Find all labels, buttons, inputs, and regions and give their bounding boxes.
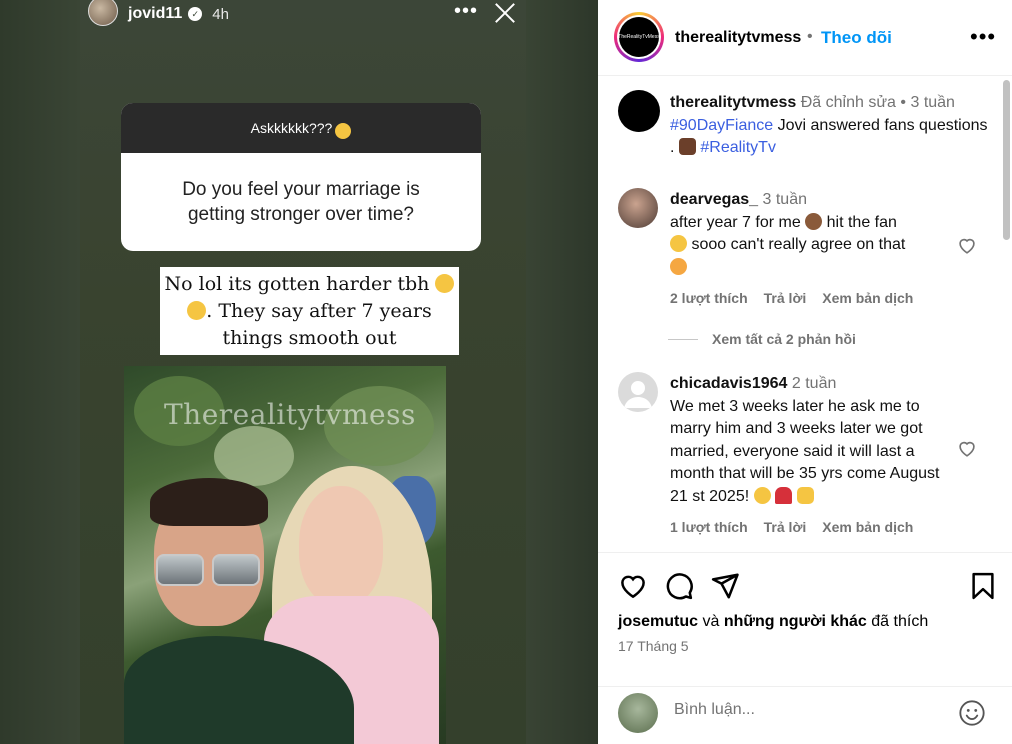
post-footer: josemutuc và những người khác đã thích 1… bbox=[598, 552, 1012, 744]
like-comment-heart-icon[interactable] bbox=[956, 437, 978, 459]
likes-summary: josemutuc và những người khác đã thích bbox=[618, 613, 928, 631]
reply-button[interactable]: Trả lời bbox=[764, 290, 807, 306]
emoji-picker-smile-icon[interactable] bbox=[958, 699, 986, 727]
post-panel: TheRealityTvMess therealitytvmess • Theo… bbox=[598, 0, 1012, 744]
caption-avatar[interactable] bbox=[618, 90, 660, 132]
answer-line-3: things smooth out bbox=[222, 327, 397, 349]
story-avatar[interactable] bbox=[88, 0, 118, 26]
story-photo: Therealitytvmess bbox=[124, 366, 446, 744]
post-date[interactable]: 17 Tháng 5 bbox=[618, 638, 689, 654]
story-time: 4h bbox=[212, 5, 229, 23]
winking-emoji-icon bbox=[753, 486, 771, 504]
answer-line-2: . They say after 7 years bbox=[206, 300, 432, 322]
comment-text: after year 7 for me bbox=[670, 213, 801, 231]
hashtag-link[interactable]: #RealityTv bbox=[700, 139, 776, 156]
view-replies-button[interactable]: Xem tất cả 2 phản hồi bbox=[668, 331, 856, 347]
comment-actions: 1 lượt thích Trả lời Xem bản dịch bbox=[670, 519, 913, 535]
question-header-text: Askkkkkk??? bbox=[250, 120, 333, 136]
comment-likes[interactable]: 2 lượt thích bbox=[670, 290, 748, 306]
foliage bbox=[214, 426, 294, 486]
separator-dot: • bbox=[807, 28, 813, 45]
commenter-username[interactable]: chicadavis1964 bbox=[670, 375, 787, 392]
replies-divider bbox=[668, 338, 698, 340]
share-paper-plane-icon[interactable] bbox=[710, 571, 740, 601]
current-user-avatar bbox=[618, 693, 658, 733]
laughing-emoji-icon bbox=[187, 301, 207, 320]
author-username[interactable]: therealitytvmess bbox=[675, 29, 801, 47]
question-sticker: Askkkkkk??? Do you feel your marriage is… bbox=[121, 103, 481, 251]
comment-body: chicadavis1964 2 tuần We met 3 weeks lat… bbox=[670, 373, 948, 508]
save-bookmark-icon[interactable] bbox=[968, 571, 998, 601]
watermark-text: Therealitytvmess bbox=[164, 398, 416, 431]
answer-line-1: No lol its gotten harder tbh bbox=[164, 273, 430, 295]
story-more-options-icon[interactable]: ••• bbox=[454, 0, 478, 22]
crying-emoji-icon bbox=[670, 257, 687, 275]
comment-actions: 2 lượt thích Trả lời Xem bản dịch bbox=[670, 290, 913, 306]
victory-hand-emoji-icon bbox=[796, 486, 814, 504]
liked-suffix: đã thích bbox=[871, 613, 929, 630]
close-icon[interactable] bbox=[494, 2, 516, 24]
author-avatar-image: TheRealityTvMess bbox=[618, 17, 660, 57]
comment-input[interactable] bbox=[674, 701, 944, 719]
view-replies-label[interactable]: Xem tất cả 2 phản hồi bbox=[712, 331, 856, 347]
like-heart-icon[interactable] bbox=[618, 571, 648, 601]
question-sticker-header: Askkkkkk??? bbox=[121, 103, 481, 153]
caption-edited: Đã chỉnh sửa bbox=[800, 94, 896, 111]
translate-button[interactable]: Xem bản dịch bbox=[822, 519, 913, 535]
author-avatar[interactable]: TheRealityTvMess bbox=[614, 12, 664, 62]
woman-face bbox=[299, 486, 383, 606]
man-hair bbox=[150, 478, 268, 526]
hashtag-link[interactable]: #90DayFiance bbox=[670, 117, 773, 134]
comment-body: dearvegas_ 3 tuần after year 7 for me hi… bbox=[670, 189, 948, 279]
commenter-avatar[interactable] bbox=[618, 372, 658, 412]
default-avatar-icon bbox=[624, 381, 652, 408]
story-viewer: jovid11 ✓ 4h ••• Askkkkkk??? Do you feel… bbox=[0, 0, 598, 744]
commenter-avatar[interactable] bbox=[618, 188, 658, 228]
poop-emoji-icon bbox=[805, 212, 823, 230]
translate-button[interactable]: Xem bản dịch bbox=[822, 290, 913, 306]
post-header: TheRealityTvMess therealitytvmess • Theo… bbox=[598, 0, 1012, 76]
caption-username[interactable]: therealitytvmess bbox=[670, 94, 796, 111]
comment-time[interactable]: 2 tuần bbox=[792, 375, 836, 392]
reply-button[interactable]: Trả lời bbox=[764, 519, 807, 535]
story-backdrop-left bbox=[0, 0, 80, 744]
clapping-hands-emoji-icon bbox=[678, 138, 696, 155]
more-options-icon[interactable]: ••• bbox=[970, 24, 996, 50]
upside-down-face-emoji-icon bbox=[335, 123, 352, 139]
rose-emoji-icon bbox=[775, 486, 793, 504]
answer-text-box: No lol its gotten harder tbh . They say … bbox=[160, 267, 459, 355]
post-caption: therealitytvmess Đã chỉnh sửa • 3 tuần #… bbox=[670, 94, 988, 156]
follow-button[interactable]: Theo dõi bbox=[821, 28, 892, 48]
comment-text: hit the fan bbox=[826, 213, 897, 231]
story-header: jovid11 ✓ 4h bbox=[88, 0, 229, 28]
verified-badge-icon: ✓ bbox=[188, 7, 203, 21]
liked-and: và bbox=[702, 613, 720, 630]
liked-by-user[interactable]: josemutuc bbox=[618, 613, 698, 630]
comment-text: sooo can't really agree on that bbox=[691, 236, 906, 253]
comments-scroll-area[interactable]: therealitytvmess Đã chỉnh sửa • 3 tuần #… bbox=[598, 76, 1012, 552]
commenter-username[interactable]: dearvegas_ bbox=[670, 191, 758, 208]
caption-time[interactable]: 3 tuần bbox=[910, 94, 954, 111]
liked-others-link[interactable]: những người khác bbox=[724, 613, 867, 630]
laughing-emoji-icon bbox=[435, 274, 455, 293]
post-actions bbox=[618, 571, 740, 601]
scrollbar-thumb[interactable] bbox=[1003, 80, 1010, 240]
story-username[interactable]: jovid11 bbox=[128, 5, 182, 23]
comment-composer bbox=[598, 686, 1012, 744]
like-comment-heart-icon[interactable] bbox=[956, 234, 978, 256]
comment-time[interactable]: 3 tuần bbox=[763, 191, 807, 208]
comment-bubble-icon[interactable] bbox=[664, 571, 694, 601]
story-backdrop-right bbox=[526, 0, 598, 744]
comment-likes[interactable]: 1 lượt thích bbox=[670, 519, 748, 535]
question-text: Do you feel your marriage is getting str… bbox=[182, 179, 420, 225]
laughing-emoji-icon bbox=[670, 235, 687, 252]
sunglasses bbox=[156, 554, 260, 586]
